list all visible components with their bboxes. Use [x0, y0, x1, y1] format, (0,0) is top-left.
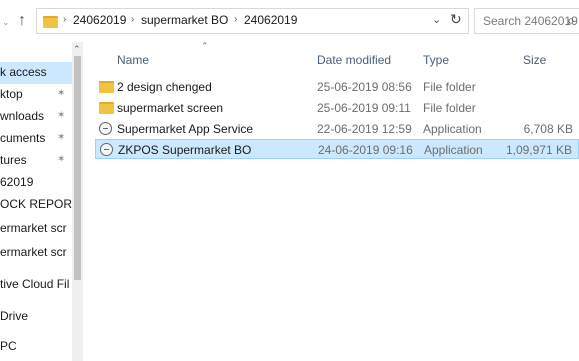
search-placeholder: Search 24062019 [483, 14, 578, 28]
navigation-pane: k access ktop ✶ wnloads ✶ cuments ✶ ture… [0, 42, 83, 361]
file-name: supermarket screen [117, 101, 224, 115]
file-row-selected[interactable]: ZKPOS Supermarket BO 24-06-2019 09:16 Ap… [95, 139, 579, 159]
nav-item-label: ermarket scr [0, 245, 67, 259]
column-header-type[interactable]: Type [423, 53, 449, 67]
breadcrumb-separator-icon[interactable]: › [234, 14, 237, 25]
sort-ascending-icon: ⌃ [201, 41, 209, 51]
nav-item-label: cuments [0, 131, 46, 145]
breadcrumb-segment-current[interactable]: 24062019 [244, 13, 297, 27]
column-header-name[interactable]: Name [117, 53, 149, 67]
folder-icon [43, 15, 59, 28]
nav-item-label: tive Cloud Fil [0, 277, 70, 291]
file-row[interactable]: supermarket screen 25-06-2019 09:11 File… [95, 98, 579, 118]
file-size: 6,708 KB [523, 122, 573, 136]
file-type: File folder [423, 80, 476, 94]
nav-item-onedrive[interactable]: Drive [0, 306, 72, 328]
nav-item-label: ktop [0, 87, 23, 101]
nav-item-stock-report[interactable]: OCK REPORT [0, 194, 72, 216]
scrollbar-thumb[interactable] [74, 56, 81, 280]
nav-item-label: OCK REPORT [0, 197, 72, 211]
search-input[interactable]: Search 24062019 ⌕ [474, 8, 579, 34]
file-date-modified: 25-06-2019 09:11 [317, 101, 411, 115]
scroll-up-arrow-icon[interactable]: ⌃ [73, 44, 81, 55]
nav-item-24062019[interactable]: 62019 [0, 172, 72, 194]
nav-item-pictures[interactable]: tures ✶ [0, 150, 72, 172]
nav-item-supermarket-screen-2[interactable]: ermarket scr [0, 242, 72, 264]
file-list: ⌃ Name Date modified Type Size 2 design … [83, 41, 579, 361]
pin-icon: ✶ [57, 88, 66, 99]
file-size: 1,09,971 KB [505, 143, 572, 157]
nav-item-label: PC [0, 339, 17, 353]
nav-item-documents[interactable]: cuments ✶ [0, 128, 72, 150]
pin-icon: ✶ [57, 110, 66, 121]
application-icon [99, 122, 115, 136]
breadcrumb-separator-icon[interactable]: › [63, 14, 66, 25]
nav-item-desktop[interactable]: ktop ✶ [0, 84, 72, 106]
up-arrow-icon[interactable]: ↑ [18, 12, 32, 30]
breadcrumb[interactable]: › 24062019 › supermarket BO › 24062019 ⌄… [36, 8, 469, 34]
file-date-modified: 25-06-2019 08:56 [317, 80, 412, 94]
file-type: Application [423, 122, 482, 136]
nav-item-creative-cloud-files[interactable]: tive Cloud Fil [0, 274, 72, 296]
nav-item-label: 62019 [0, 175, 34, 189]
file-type: Application [424, 143, 483, 157]
file-name: ZKPOS Supermarket BO [118, 143, 252, 157]
search-icon[interactable]: ⌕ [567, 12, 575, 29]
folder-icon [99, 101, 115, 115]
file-name: 2 design chenged [117, 80, 212, 94]
column-header-date-modified[interactable]: Date modified [317, 53, 391, 67]
breadcrumb-segment-supermarket-bo[interactable]: supermarket BO [141, 13, 228, 27]
chevron-down-icon[interactable]: ⌄ [432, 13, 441, 26]
file-date-modified: 24-06-2019 09:16 [318, 143, 413, 157]
file-row[interactable]: Supermarket App Service 22-06-2019 12:59… [95, 119, 579, 139]
nav-item-supermarket-screen-1[interactable]: ermarket scr [0, 218, 72, 240]
file-row[interactable]: 2 design chenged 25-06-2019 08:56 File f… [95, 77, 579, 97]
column-header-size[interactable]: Size [523, 53, 546, 67]
nav-item-quick-access[interactable]: k access [0, 62, 72, 84]
nav-item-label: tures [0, 153, 27, 167]
nav-item-label: ermarket scr [0, 221, 67, 235]
nav-item-label: Drive [0, 309, 29, 323]
pin-icon: ✶ [57, 132, 66, 143]
nav-scrollbar[interactable]: ⌃ [72, 42, 83, 361]
file-date-modified: 22-06-2019 12:59 [317, 122, 412, 136]
application-icon [100, 143, 116, 157]
nav-item-label: wnloads [0, 109, 45, 123]
refresh-icon[interactable]: ↻ [450, 11, 462, 28]
file-type: File folder [423, 101, 476, 115]
nav-item-this-pc[interactable]: PC [0, 336, 72, 358]
recent-locations-chevron-icon[interactable]: ⌄ [2, 14, 12, 30]
nav-item-label: k access [0, 65, 47, 79]
pin-icon: ✶ [57, 154, 66, 165]
nav-item-downloads[interactable]: wnloads ✶ [0, 106, 72, 128]
folder-icon [99, 80, 115, 94]
breadcrumb-separator-icon[interactable]: › [131, 14, 134, 25]
breadcrumb-segment-24062019[interactable]: 24062019 [73, 13, 126, 27]
file-name: Supermarket App Service [117, 122, 254, 136]
address-bar: ⌄ ↑ › 24062019 › supermarket BO › 240620… [0, 0, 579, 42]
